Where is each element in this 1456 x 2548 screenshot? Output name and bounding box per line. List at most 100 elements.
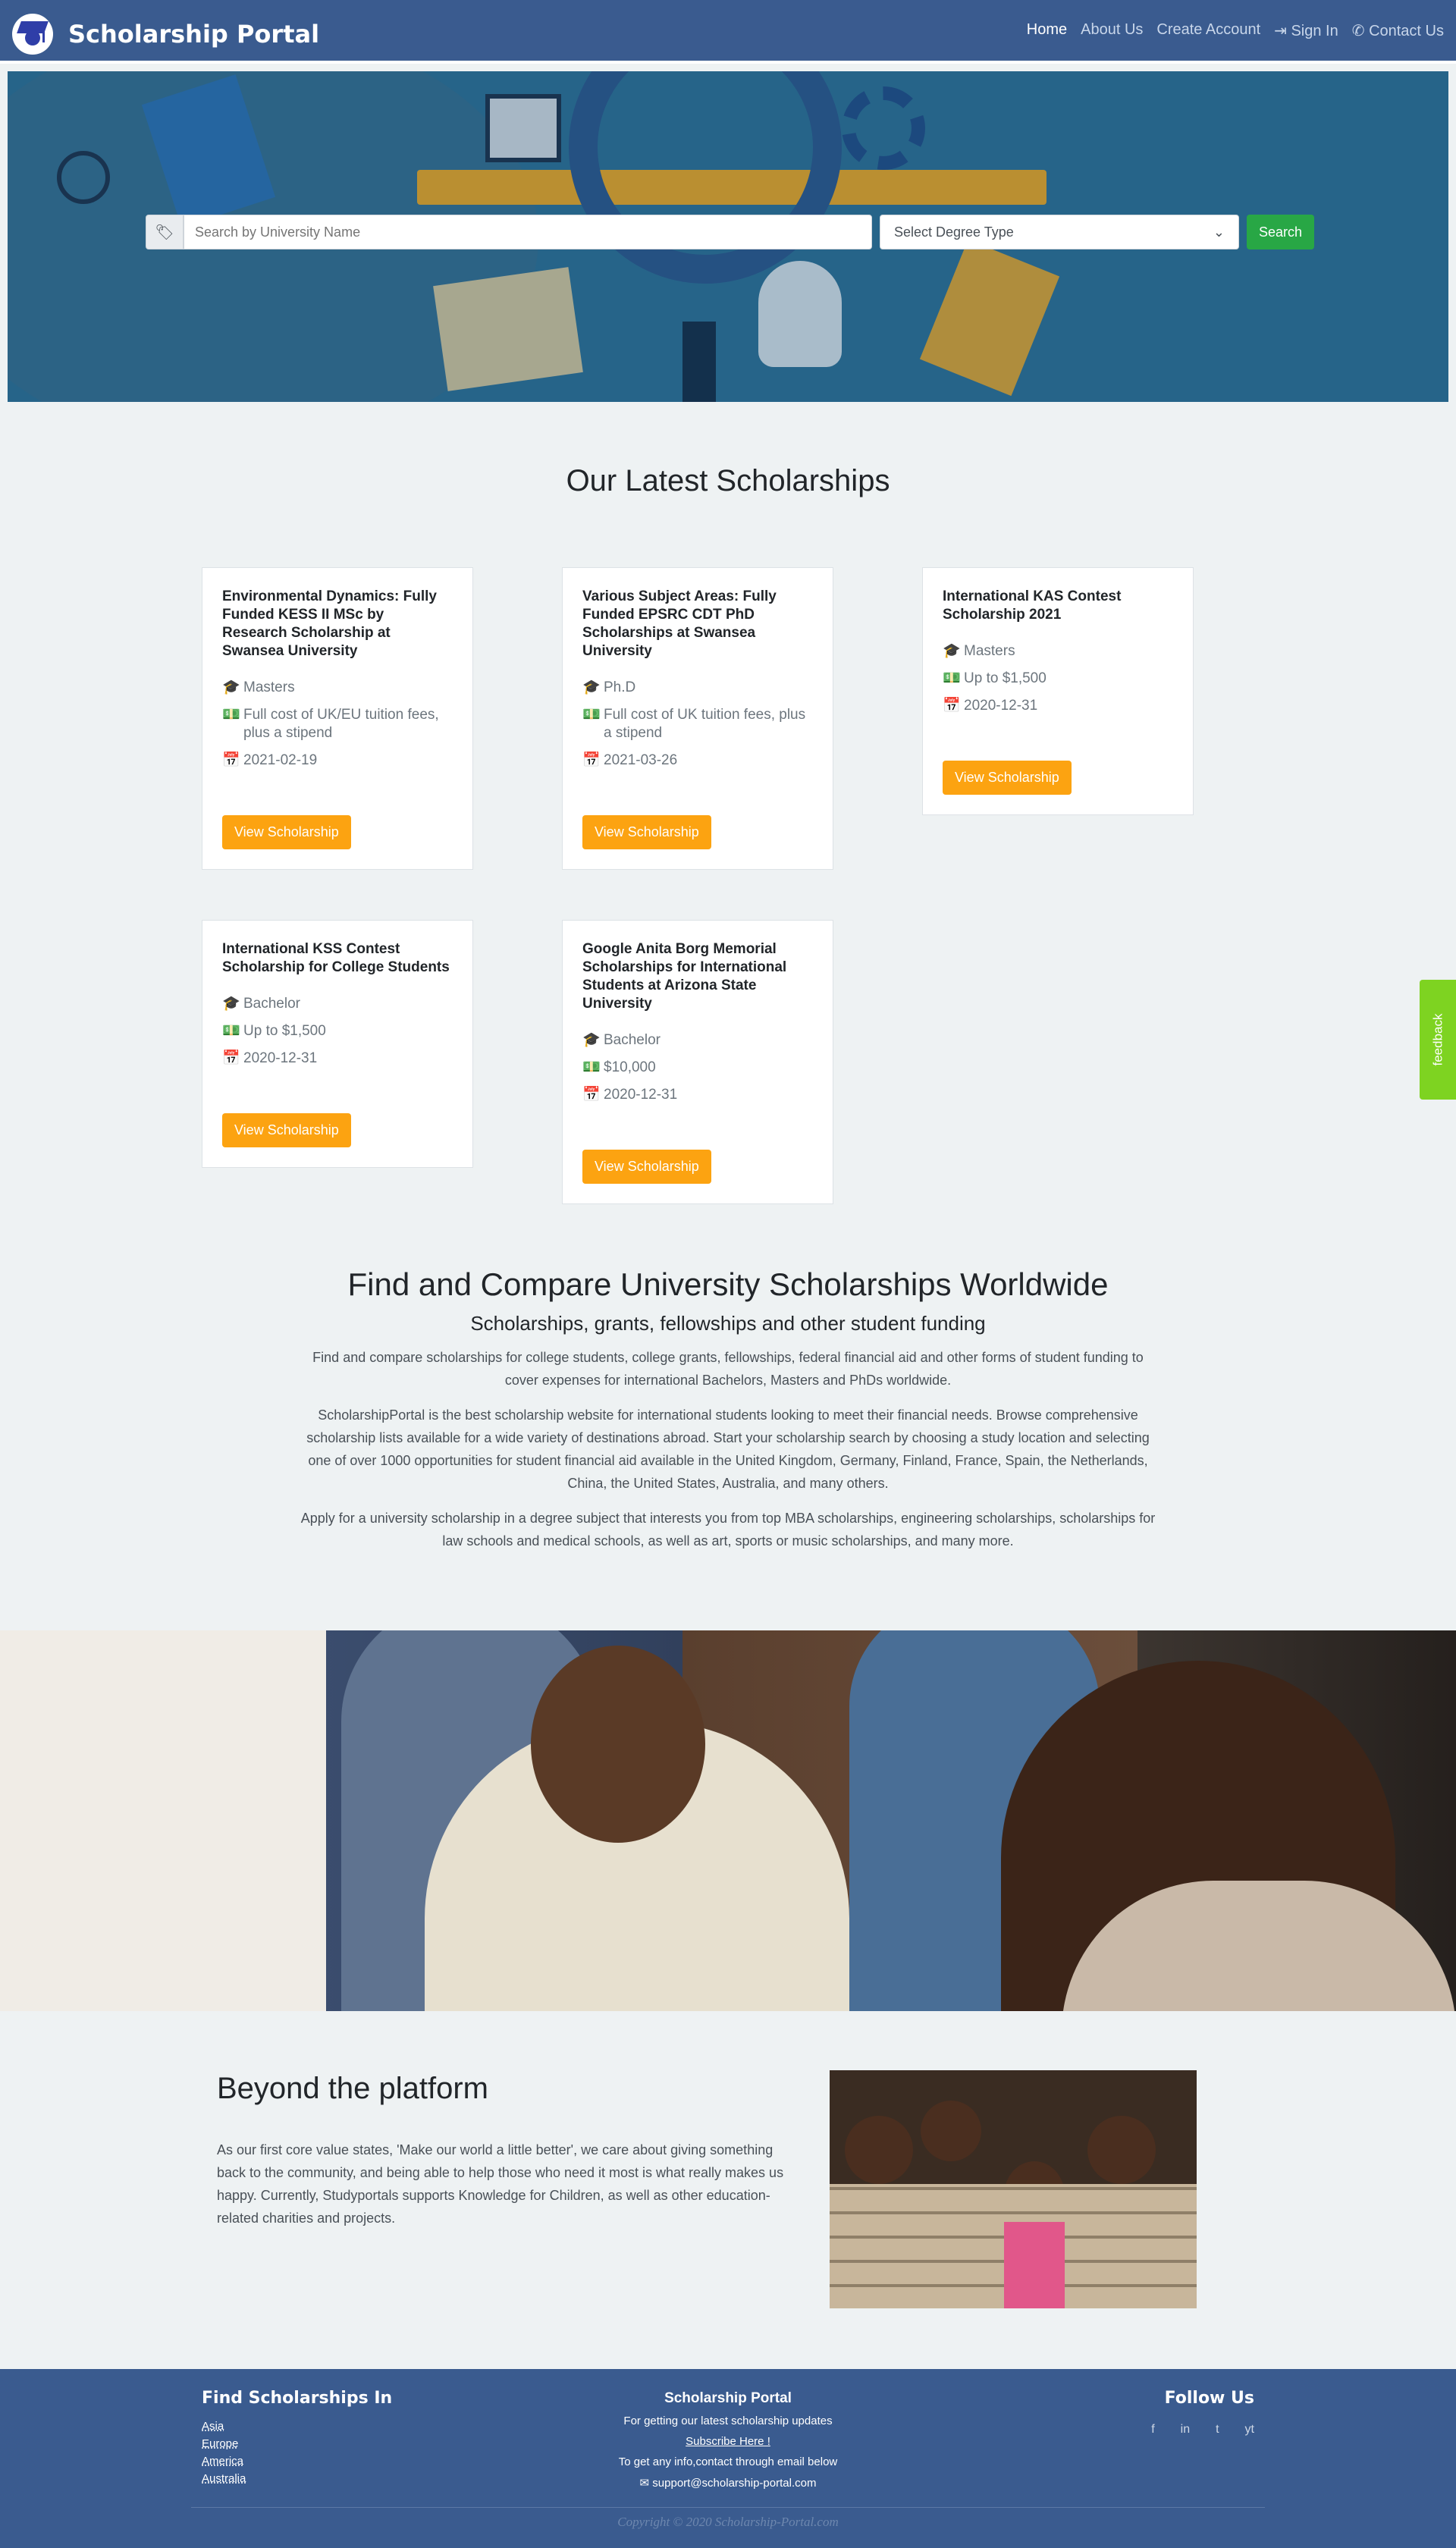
footer-divider bbox=[191, 2507, 1265, 2508]
graduation-cap-icon: 🎓 bbox=[222, 996, 240, 1012]
graduation-cap-icon bbox=[12, 14, 53, 55]
card-degree: Masters bbox=[964, 643, 1015, 659]
card-amount: Up to $1,500 bbox=[964, 670, 1046, 686]
region-link-america[interactable]: America bbox=[202, 2455, 392, 2468]
facebook-icon[interactable]: f bbox=[1151, 2423, 1154, 2437]
search-button[interactable]: Search bbox=[1247, 215, 1315, 249]
card-title[interactable]: Various Subject Areas: Fully Funded EPSR… bbox=[582, 588, 813, 661]
scholarship-card: Google Anita Borg Memorial Scholarships … bbox=[562, 920, 833, 1204]
graduation-cap-icon: 🎓 bbox=[222, 679, 240, 695]
card-date: 2021-02-19 bbox=[243, 752, 318, 768]
calendar-icon: 📅 bbox=[943, 698, 961, 714]
nav-sign-in[interactable]: ⇥ Sign In bbox=[1274, 21, 1338, 40]
degree-type-value: Select Degree Type bbox=[894, 224, 1014, 240]
calendar-icon: 📅 bbox=[582, 752, 601, 768]
graduation-cap-icon: 🎓 bbox=[582, 1032, 601, 1048]
view-scholarship-button[interactable]: View Scholarship bbox=[222, 1113, 351, 1147]
footer-updates-text: For getting our latest scholarship updat… bbox=[623, 2415, 833, 2427]
card-title[interactable]: Environmental Dynamics: Fully Funded KES… bbox=[222, 588, 453, 661]
nav-about-us[interactable]: About Us bbox=[1081, 21, 1143, 40]
card-degree: Bachelor bbox=[243, 996, 300, 1012]
youtube-icon[interactable]: yt bbox=[1245, 2423, 1254, 2437]
brand-title: Scholarship Portal bbox=[68, 20, 320, 49]
card-degree: Masters bbox=[243, 679, 295, 695]
about-paragraph: Apply for a university scholarship in a … bbox=[300, 1511, 1156, 1549]
twitter-icon[interactable]: t bbox=[1216, 2423, 1219, 2437]
calendar-icon: 📅 bbox=[222, 752, 240, 768]
nav-sign-in-label: Sign In bbox=[1291, 23, 1338, 39]
region-link-asia[interactable]: Asia bbox=[202, 2420, 392, 2433]
card-date: 2020-12-31 bbox=[604, 1087, 678, 1103]
view-scholarship-button[interactable]: View Scholarship bbox=[222, 815, 351, 849]
footer-email-text: support@scholarship-portal.com bbox=[652, 2477, 817, 2490]
money-icon: 💵 bbox=[582, 1059, 601, 1075]
card-date: 2021-03-26 bbox=[604, 752, 678, 768]
card-amount: Full cost of UK tuition fees, plus a sti… bbox=[604, 707, 806, 741]
card-amount: Up to $1,500 bbox=[243, 1023, 326, 1039]
footer: Find Scholarships In Asia Europe America… bbox=[0, 2369, 1456, 2548]
nav-home[interactable]: Home bbox=[1027, 21, 1067, 40]
money-icon: 💵 bbox=[222, 707, 240, 723]
card-amount: Full cost of UK/EU tuition fees, plus a … bbox=[243, 707, 439, 741]
search-input[interactable] bbox=[184, 215, 872, 249]
navbar: Scholarship Portal Home About Us Create … bbox=[0, 0, 1456, 64]
about-section: Find and Compare University Scholarships… bbox=[296, 1266, 1160, 1564]
degree-type-select[interactable]: Select Degree Type ⌄ bbox=[880, 215, 1239, 249]
card-title[interactable]: International KSS Contest Scholarship fo… bbox=[222, 940, 453, 977]
latest-title: Our Latest Scholarships bbox=[566, 464, 890, 497]
footer-contact: Scholarship Portal For getting our lates… bbox=[576, 2390, 880, 2497]
card-title[interactable]: International KAS Contest Scholarship 20… bbox=[943, 588, 1173, 624]
footer-follow-title: Follow Us bbox=[1164, 2389, 1254, 2408]
money-icon: 💵 bbox=[222, 1023, 240, 1039]
view-scholarship-button[interactable]: View Scholarship bbox=[582, 815, 711, 849]
footer-regions: Find Scholarships In Asia Europe America… bbox=[202, 2389, 392, 2490]
nav-create-account[interactable]: Create Account bbox=[1156, 21, 1260, 40]
money-icon: 💵 bbox=[582, 707, 601, 723]
copyright: Copyright © 2020 Scholarship-Portal.com bbox=[617, 2515, 839, 2529]
nav-contact-us[interactable]: ✆ Contact Us bbox=[1352, 21, 1444, 40]
card-degree: Bachelor bbox=[604, 1032, 661, 1048]
about-paragraph: Find and compare scholarships for colleg… bbox=[312, 1350, 1144, 1388]
graduation-cap-icon: 🎓 bbox=[943, 643, 961, 659]
about-subtitle: Scholarships, grants, fellowships and ot… bbox=[470, 1312, 986, 1335]
tag-icon: 🏷 bbox=[146, 215, 184, 249]
envelope-icon: ✉ bbox=[639, 2477, 653, 2490]
calendar-icon: 📅 bbox=[582, 1087, 601, 1103]
card-amount: $10,000 bbox=[604, 1059, 656, 1075]
footer-email[interactable]: ✉ support@scholarship-portal.com bbox=[576, 2476, 880, 2490]
scholarship-card: International KAS Contest Scholarship 20… bbox=[922, 567, 1194, 815]
linkedin-icon[interactable]: in bbox=[1181, 2423, 1190, 2437]
search-bar: 🏷 Select Degree Type ⌄ Search bbox=[146, 215, 1315, 249]
students-photo bbox=[0, 1630, 1456, 2011]
scholarship-card: International KSS Contest Scholarship fo… bbox=[202, 920, 473, 1168]
footer-social: Follow Us f in t yt bbox=[1084, 2389, 1254, 2437]
subscribe-link[interactable]: Subscribe Here ! bbox=[576, 2435, 880, 2448]
beyond-title: Beyond the platform bbox=[217, 2072, 488, 2105]
about-paragraph: ScholarshipPortal is the best scholarshi… bbox=[306, 1407, 1150, 1491]
region-link-europe[interactable]: Europe bbox=[202, 2437, 392, 2450]
brand[interactable]: Scholarship Portal bbox=[12, 14, 319, 55]
chevron-down-icon: ⌄ bbox=[1213, 224, 1225, 240]
footer-portal-title: Scholarship Portal bbox=[664, 2390, 792, 2406]
scholarship-card: Environmental Dynamics: Fully Funded KES… bbox=[202, 567, 473, 870]
card-date: 2020-12-31 bbox=[964, 698, 1038, 714]
sign-in-icon: ⇥ bbox=[1274, 23, 1291, 39]
region-link-australia[interactable]: Australia bbox=[202, 2472, 392, 2485]
money-icon: 💵 bbox=[943, 670, 961, 686]
footer-contact-text: To get any info,contact through email be… bbox=[618, 2455, 838, 2468]
view-scholarship-button[interactable]: View Scholarship bbox=[943, 761, 1072, 795]
graduation-cap-icon: 🎓 bbox=[582, 679, 601, 695]
calendar-icon: 📅 bbox=[222, 1050, 240, 1066]
scholarship-card: Various Subject Areas: Fully Funded EPSR… bbox=[562, 567, 833, 870]
feedback-tab[interactable]: feedback bbox=[1420, 980, 1456, 1100]
feedback-label: feedback bbox=[1430, 1013, 1445, 1066]
beyond-text: As our first core value states, 'Make ou… bbox=[217, 2142, 784, 2226]
card-title[interactable]: Google Anita Borg Memorial Scholarships … bbox=[582, 940, 813, 1013]
nav-links: Home About Us Create Account ⇥ Sign In ✆… bbox=[1027, 21, 1444, 40]
nav-contact-us-label: Contact Us bbox=[1369, 23, 1444, 39]
card-date: 2020-12-31 bbox=[243, 1050, 318, 1066]
view-scholarship-button[interactable]: View Scholarship bbox=[582, 1150, 711, 1184]
phone-icon: ✆ bbox=[1351, 23, 1370, 39]
card-degree: Ph.D bbox=[604, 679, 636, 695]
children-photo bbox=[830, 2070, 1197, 2308]
